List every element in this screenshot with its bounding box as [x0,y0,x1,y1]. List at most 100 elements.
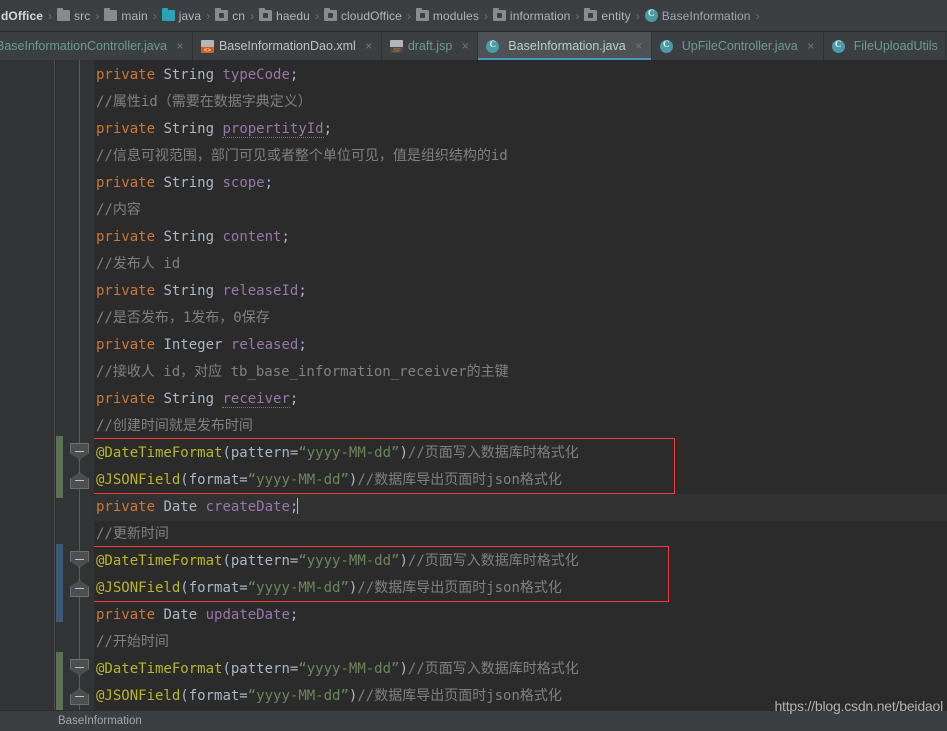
editor-tab-fileuploadutils[interactable]: FileUploadUtils [824,32,946,60]
code-line[interactable]: private String scope; [94,170,947,197]
fold-collapse-end-icon[interactable] [70,580,89,597]
text-caret [297,498,299,514]
code-string: “yyyy-MM-dd” [247,580,349,596]
breadcrumb-separator: › [250,8,255,23]
code-punctuation: ) [399,553,408,569]
code-punctuation: ; [323,121,333,137]
close-icon[interactable]: × [634,40,644,52]
package-icon [492,8,506,21]
editor-area[interactable]: private String typeCode; //属性id（需要在数据字典定义… [0,60,947,714]
editor-tab-label: BaseInformationController.java [0,39,167,53]
code-line[interactable]: private Date updateDate; [94,602,947,629]
code-annotation: @DateTimeFormat [96,445,223,461]
breadcrumb-item-src[interactable]: src [56,8,91,23]
breadcrumb: dOffice › src › main › java › cn › haedu › cloudOffi… [0,0,947,32]
code-punctuation: ) [399,661,408,677]
code-line[interactable]: //更新时间 [94,521,947,548]
code-keyword: private [96,229,156,245]
code-line[interactable]: //开始时间 [94,629,947,656]
code-line[interactable]: //内容 [94,197,947,224]
code-content[interactable]: private String typeCode; //属性id（需要在数据字典定义… [94,60,947,710]
editor-tab-baseinformationdao-xml[interactable]: BaseInformationDao.xml × [193,32,382,60]
code-line[interactable]: //接收人 id，对应 tb_base_information_receiver… [94,359,947,386]
close-icon[interactable]: × [806,40,816,52]
breadcrumb-item-main[interactable]: main [103,8,148,23]
code-line[interactable]: @DateTimeFormat(pattern=“yyyy-MM-dd”)//页… [94,656,947,683]
code-line[interactable]: //信息可视范围，部门可见或者整个单位可见，值是组织结构的id [94,143,947,170]
code-line[interactable]: @JSONField(format=“yyyy-MM-dd”)//数据库导出页面… [94,467,947,494]
code-field-name: released [230,337,299,353]
vcs-change-marker[interactable] [56,544,63,622]
code-line[interactable]: private Date createDate; [94,494,947,521]
code-line[interactable]: private String receiver; [94,386,947,413]
watermark-text: https://blog.csdn.net/beidaol [774,698,943,714]
code-type: String [163,391,215,407]
code-line[interactable]: @DateTimeFormat(pattern=“yyyy-MM-dd”)//页… [94,548,947,575]
breadcrumb-item-doffice[interactable]: dOffice [0,9,44,23]
code-keyword: private [96,67,156,83]
code-type: Integer [163,337,223,353]
breadcrumb-item-java[interactable]: java [161,8,202,23]
breadcrumb-item-haedu[interactable]: haedu [258,8,311,23]
breadcrumb-item-label: java [178,8,202,23]
code-comment: //开始时间 [96,634,169,650]
code-string: “yyyy-MM-dd” [298,445,400,461]
code-line[interactable]: //是否发布，1发布，0保存 [94,305,947,332]
vcs-change-marker[interactable] [56,652,63,714]
editor-gutter[interactable] [56,60,94,714]
breadcrumb-item-baseinformation[interactable]: BaseInformation [644,8,752,23]
editor-tab-draft-jsp[interactable]: draft.jsp × [382,32,479,60]
breadcrumb-item-cn[interactable]: cn [214,8,246,23]
xml-file-icon [200,39,214,54]
code-line[interactable]: private String propertityId; [94,116,947,143]
code-field-name: releaseId [222,283,299,299]
fold-collapse-icon[interactable] [70,659,89,676]
status-breadcrumb-label: BaseInformation [58,715,142,727]
breadcrumb-item-information[interactable]: information [492,8,571,23]
fold-collapse-icon[interactable] [70,551,89,568]
jsp-file-icon [389,39,403,54]
fold-collapse-icon[interactable] [70,443,89,460]
code-line[interactable]: @JSONField(format=“yyyy-MM-dd”)//数据库导出页面… [94,575,947,602]
code-annotation: @JSONField [96,688,181,704]
vcs-change-marker[interactable] [56,436,63,498]
code-punctuation: ; [298,337,307,353]
code-field-name: scope [222,175,265,191]
code-punctuation: ( [222,661,231,677]
code-line[interactable]: //创建时间就是发布时间 [94,413,947,440]
breadcrumb-item-entity[interactable]: entity [583,8,631,23]
code-punctuation: ( [180,472,189,488]
code-line[interactable]: private String releaseId; [94,278,947,305]
code-line[interactable]: //发布人 id [94,251,947,278]
code-punctuation: ( [180,688,189,704]
editor-tab-baseinformationcontroller-java[interactable]: BaseInformationController.java × [0,32,193,60]
breadcrumb-item-label: dOffice [1,8,44,23]
close-icon[interactable]: × [175,40,185,52]
close-icon[interactable]: × [460,40,470,52]
code-annotation-attr: pattern= [230,553,299,569]
fold-collapse-end-icon[interactable] [70,688,89,705]
code-field-name: content [222,229,282,245]
code-line[interactable]: //属性id（需要在数据字典定义） [94,89,947,116]
package-icon [584,8,598,21]
code-comment: //数据库导出页面时json格式化 [357,472,562,488]
breadcrumb-separator: › [152,8,157,23]
breadcrumb-separator: › [406,8,411,23]
breadcrumb-item-label: entity [601,8,631,23]
code-line[interactable]: private Integer released; [94,332,947,359]
code-type: Date [163,607,198,623]
code-comment: //发布人 id [96,256,181,272]
code-line[interactable]: private String typeCode; [94,62,947,89]
breadcrumb-separator: › [314,8,319,23]
breadcrumb-separator: › [483,8,488,23]
editor-tab-baseinformation-java[interactable]: BaseInformation.java × [478,32,652,60]
breadcrumb-item-label: main [121,8,148,23]
close-icon[interactable]: × [364,40,374,52]
breadcrumb-item-modules[interactable]: modules [415,8,480,23]
code-line[interactable]: @DateTimeFormat(pattern=“yyyy-MM-dd”)//页… [94,440,947,467]
fold-collapse-end-icon[interactable] [70,472,89,489]
code-line[interactable]: private String content; [94,224,947,251]
editor-tab-upfilecontroller-java[interactable]: UpFileController.java × [652,32,824,60]
breadcrumb-item-label: information [509,8,571,23]
breadcrumb-item-cloudoffice[interactable]: cloudOffice [323,8,403,23]
